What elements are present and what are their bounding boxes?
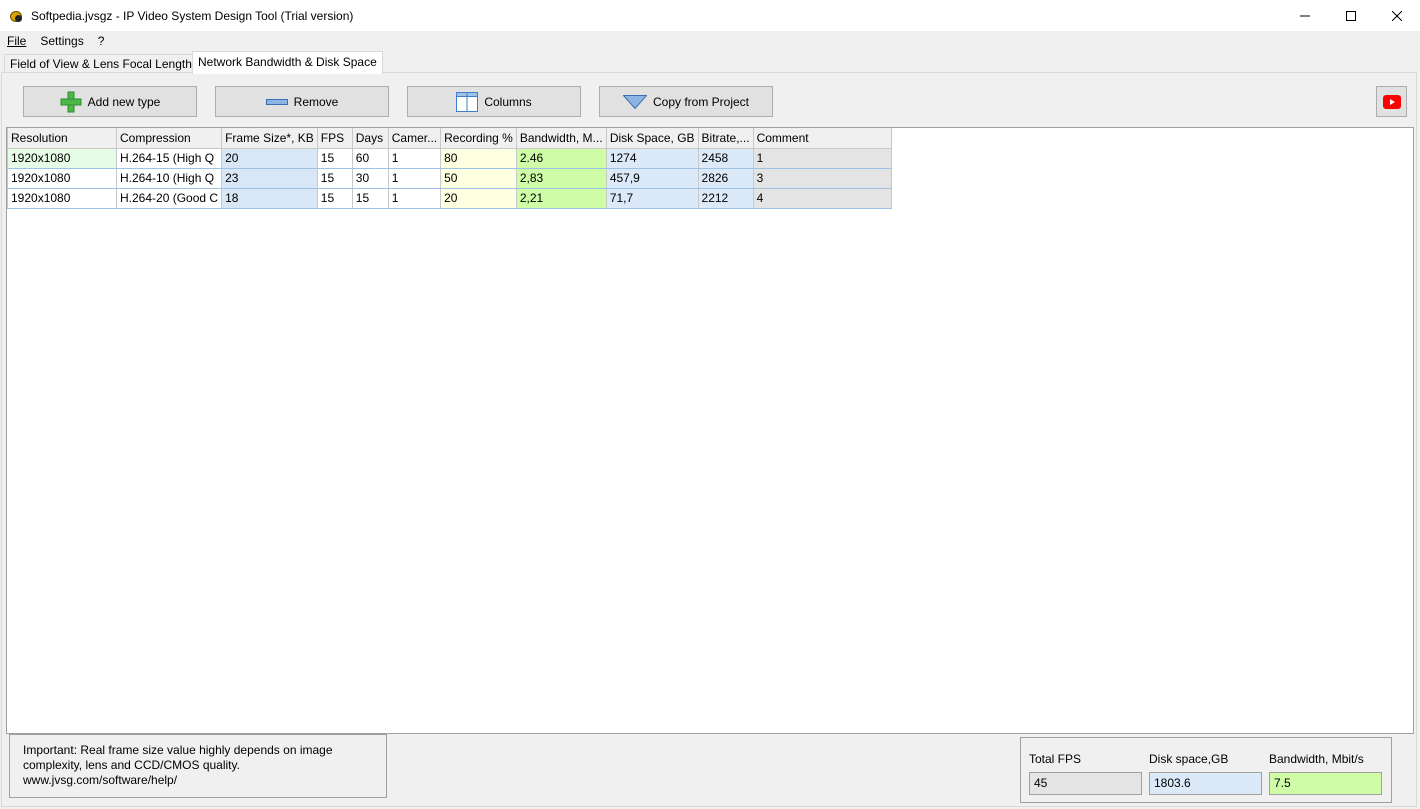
cell-bitrate: 2826 [697, 167, 754, 189]
cell-fps[interactable]: 15 [316, 167, 353, 189]
add-new-type-label: Add new type [87, 94, 161, 109]
column-header[interactable]: Bandwidth, M... [515, 128, 607, 149]
cell-comment[interactable]: 3 [752, 167, 892, 189]
cell-comment[interactable]: 1 [752, 147, 892, 169]
cell-cameras[interactable]: 1 [387, 187, 442, 209]
tab-field-of-view[interactable]: Field of View & Lens Focal Length [4, 54, 198, 74]
cell-bitrate: 2458 [697, 147, 754, 169]
window-controls [1282, 0, 1420, 31]
title-bar: Softpedia.jvsgz - IP Video System Design… [0, 0, 1420, 31]
youtube-icon [1382, 94, 1401, 109]
copy-from-project-label: Copy from Project [652, 94, 750, 109]
tab-strip: Field of View & Lens Focal Length Networ… [0, 51, 1420, 74]
minimize-button[interactable] [1282, 0, 1328, 31]
cell-recording[interactable]: 20 [440, 187, 517, 209]
bandwidth-panel: Add new type Remove Columns Copy from Pr… [1, 72, 1417, 807]
cell-bandwidth: 2.46 [515, 147, 607, 169]
total-fps-field: 45 [1029, 772, 1142, 795]
camera-types-grid: Resolution Compression Frame Size*, KB F… [6, 127, 1414, 734]
column-header[interactable]: Frame Size*, KB [221, 128, 318, 149]
close-icon [1392, 10, 1402, 21]
minus-icon [265, 98, 288, 105]
camera-types-table: Resolution Compression Frame Size*, KB F… [7, 128, 892, 209]
cell-disk-space: 71,7 [605, 187, 699, 209]
remove-label: Remove [293, 94, 339, 109]
table-row[interactable]: 1920x1080 H.264-15 (High Q 20 15 60 1 80… [7, 147, 892, 169]
column-header[interactable]: Resolution [7, 128, 117, 149]
column-header[interactable]: FPS [316, 128, 353, 149]
grid-header-row: Resolution Compression Frame Size*, KB F… [7, 128, 892, 149]
table-row[interactable]: 1920x1080 H.264-20 (Good C 18 15 15 1 20… [7, 187, 892, 209]
cell-disk-space: 457,9 [605, 167, 699, 189]
tab-network-bandwidth[interactable]: Network Bandwidth & Disk Space [192, 51, 383, 74]
column-header[interactable]: Camer... [387, 128, 442, 149]
youtube-button[interactable] [1376, 86, 1407, 117]
close-button[interactable] [1374, 0, 1420, 31]
disk-space-field: 1803.6 [1149, 772, 1262, 795]
maximize-icon [1346, 10, 1356, 21]
column-header[interactable]: Comment [752, 128, 892, 149]
bandwidth-field: 7.5 [1269, 772, 1382, 795]
menu-settings[interactable]: Settings [33, 31, 90, 51]
help-link[interactable]: www.jvsg.com/software/help/ [23, 773, 373, 788]
cell-days[interactable]: 60 [351, 147, 389, 169]
total-fps-label: Total FPS [1029, 752, 1082, 766]
cell-disk-space: 1274 [605, 147, 699, 169]
totals-panel: Total FPS Disk space,GB Bandwidth, Mbit/… [1020, 737, 1392, 803]
cell-comment[interactable]: 4 [752, 187, 892, 209]
important-note: Important: Real frame size value highly … [9, 734, 387, 798]
menu-bar: File Settings ? [0, 31, 1420, 51]
maximize-button[interactable] [1328, 0, 1374, 31]
cell-bandwidth: 2,83 [515, 167, 607, 189]
plus-icon [60, 91, 82, 112]
cell-frame-size[interactable]: 18 [221, 187, 318, 209]
column-header[interactable]: Recording % [440, 128, 517, 149]
cell-resolution[interactable]: 1920x1080 [7, 187, 117, 209]
columns-icon [456, 91, 479, 112]
cell-recording[interactable]: 50 [440, 167, 517, 189]
menu-help[interactable]: ? [91, 31, 112, 51]
cell-resolution[interactable]: 1920x1080 [7, 167, 117, 189]
window-title: Softpedia.jvsgz - IP Video System Design… [31, 8, 354, 23]
columns-label: Columns [484, 94, 532, 109]
column-header[interactable]: Compression [115, 128, 223, 149]
cell-days[interactable]: 15 [351, 187, 389, 209]
cell-bitrate: 2212 [697, 187, 754, 209]
table-row[interactable]: 1920x1080 H.264-10 (High Q 23 15 30 1 50… [7, 167, 892, 189]
cell-recording[interactable]: 80 [440, 147, 517, 169]
cell-cameras[interactable]: 1 [387, 147, 442, 169]
minimize-icon [1300, 15, 1310, 16]
column-header[interactable]: Disk Space, GB [605, 128, 699, 149]
copy-from-project-button[interactable]: Copy from Project [599, 86, 773, 117]
columns-button[interactable]: Columns [407, 86, 581, 117]
cell-bandwidth: 2,21 [515, 187, 607, 209]
note-line: Important: Real frame size value highly … [23, 743, 333, 757]
cell-cameras[interactable]: 1 [387, 167, 442, 189]
bandwidth-label: Bandwidth, Mbit/s [1269, 752, 1364, 766]
menu-file[interactable]: File [0, 31, 33, 51]
cell-fps[interactable]: 15 [316, 147, 353, 169]
column-header[interactable]: Days [351, 128, 389, 149]
cell-days[interactable]: 30 [351, 167, 389, 189]
cell-resolution[interactable]: 1920x1080 [7, 147, 117, 169]
cell-frame-size[interactable]: 20 [221, 147, 318, 169]
cell-frame-size[interactable]: 23 [221, 167, 318, 189]
down-triangle-icon [622, 94, 647, 109]
add-new-type-button[interactable]: Add new type [23, 86, 197, 117]
note-line: complexity, lens and CCD/CMOS quality. [23, 758, 240, 772]
remove-button[interactable]: Remove [215, 86, 389, 117]
cell-compression[interactable]: H.264-20 (Good C [115, 187, 223, 209]
cell-fps[interactable]: 15 [316, 187, 353, 209]
column-header[interactable]: Bitrate,... [697, 128, 754, 149]
disk-space-label: Disk space,GB [1149, 752, 1229, 766]
app-camera-icon [9, 8, 25, 24]
cell-compression[interactable]: H.264-15 (High Q [115, 147, 223, 169]
cell-compression[interactable]: H.264-10 (High Q [115, 167, 223, 189]
